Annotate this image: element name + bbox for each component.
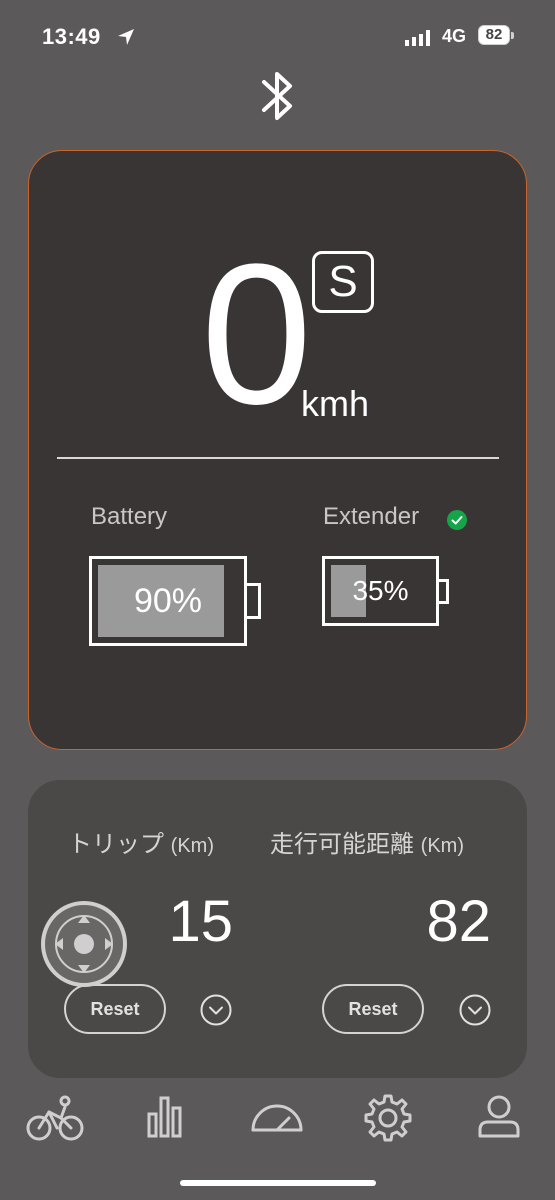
battery-terminal <box>247 583 261 619</box>
battery-status-icon: 82 <box>478 25 516 47</box>
speed-value: 0 <box>200 223 313 446</box>
extender-label: Extender <box>323 503 420 530</box>
bicycle-icon[interactable] <box>25 1090 85 1146</box>
range-label-text: 走行可能距離 <box>270 831 414 858</box>
trip-label: トリップ (Km) <box>68 824 214 859</box>
range-value: 82 <box>426 889 491 954</box>
trip-reset-button[interactable]: Reset <box>64 984 166 1034</box>
bar-chart-icon[interactable] <box>135 1090 195 1146</box>
range-reset-button[interactable]: Reset <box>322 984 424 1034</box>
range-label: 走行可能距離 (Km) <box>270 824 464 859</box>
bluetooth-icon[interactable] <box>258 68 298 124</box>
profile-icon[interactable] <box>469 1090 529 1146</box>
battery-status-level: 82 <box>485 26 503 43</box>
trip-unit: (Km) <box>170 835 214 857</box>
signal-icon <box>405 30 430 46</box>
speedometer-icon[interactable] <box>247 1090 307 1146</box>
check-circle-icon <box>447 510 467 530</box>
trip-chevron-down-icon[interactable] <box>200 994 232 1026</box>
extender-terminal <box>439 579 449 604</box>
battery-gauge: 90% <box>89 556 261 646</box>
extender-percent: 35% <box>352 575 409 606</box>
trip-label-text: トリップ <box>68 831 164 858</box>
range-unit: (Km) <box>420 835 464 857</box>
location-arrow-icon <box>118 29 134 45</box>
mode-badge[interactable]: S <box>312 251 374 313</box>
trip-value: 15 <box>168 889 233 954</box>
extender-gauge: 35% <box>322 556 449 626</box>
gear-icon[interactable] <box>358 1090 418 1146</box>
home-indicator <box>180 1180 376 1186</box>
speed-card: 0 S kmh Battery Extender 90% 35% <box>28 150 527 750</box>
divider <box>57 457 499 459</box>
speed-unit: kmh <box>301 383 370 424</box>
status-time: 13:49 <box>42 24 101 49</box>
battery-percent: 90% <box>133 582 203 620</box>
tab-bar <box>0 1090 555 1150</box>
network-type: 4G <box>442 26 467 46</box>
range-chevron-down-icon[interactable] <box>459 994 491 1026</box>
battery-label: Battery <box>91 503 168 530</box>
joystick-icon[interactable] <box>41 901 127 987</box>
status-bar: 13:49 4G 82 <box>0 0 555 72</box>
